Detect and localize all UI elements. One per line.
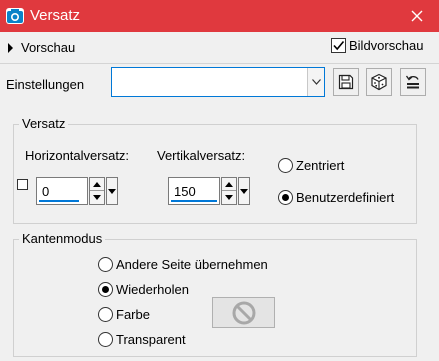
reset-icon — [405, 75, 419, 89]
increment-button[interactable] — [222, 178, 236, 191]
floppy-disk-icon — [338, 74, 354, 90]
preview-toggle-label: Vorschau — [21, 40, 76, 55]
radio-custom-label: Benutzerdefiniert — [296, 190, 395, 205]
preset-dropdown[interactable] — [111, 67, 325, 97]
preset-dropdown-arrow[interactable] — [307, 68, 324, 96]
offset-group-title: Versatz — [19, 116, 69, 131]
arrow-down-icon — [93, 195, 101, 200]
radio-wrap-label: Andere Seite übernehmen — [116, 257, 268, 272]
reset-button[interactable] — [400, 68, 426, 96]
radio-button[interactable] — [98, 282, 113, 297]
arrow-up-icon — [93, 181, 101, 187]
arrow-up-icon — [225, 181, 233, 187]
radio-centered-label: Zentriert — [296, 158, 345, 173]
arrow-down-icon — [225, 195, 233, 200]
edge-color-swatch — [212, 297, 275, 328]
input-underline — [39, 200, 79, 202]
radio-button[interactable] — [98, 257, 113, 272]
vertical-offset-spinner[interactable] — [221, 177, 237, 205]
no-sign-icon — [232, 301, 255, 324]
decrement-button[interactable] — [222, 191, 236, 204]
close-button[interactable] — [395, 0, 439, 32]
offset-group — [13, 124, 417, 224]
checkmark-icon — [333, 40, 345, 51]
image-preview-label: Bildvorschau — [349, 38, 424, 53]
radio-centered[interactable]: Zentriert — [278, 158, 344, 173]
link-offsets-checkbox[interactable] — [17, 179, 28, 190]
radio-repeat[interactable]: Wiederholen — [98, 282, 189, 297]
radio-button[interactable] — [98, 307, 113, 322]
arrow-down-icon — [240, 188, 248, 194]
radio-transparent[interactable]: Transparent — [98, 332, 186, 347]
radio-button[interactable] — [278, 158, 293, 173]
save-preset-button[interactable] — [333, 68, 359, 96]
horizontal-offset-dropdown[interactable] — [106, 177, 118, 205]
vertical-offset-value: 150 — [174, 184, 196, 199]
close-icon — [411, 10, 423, 22]
radio-custom[interactable]: Benutzerdefiniert — [278, 190, 394, 205]
vertical-offset-input[interactable]: 150 — [168, 177, 220, 205]
decrement-button[interactable] — [90, 191, 104, 204]
radio-color-label: Farbe — [116, 307, 150, 322]
random-button[interactable] — [366, 68, 392, 96]
radio-button[interactable] — [98, 332, 113, 347]
radio-wrap[interactable]: Andere Seite übernehmen — [98, 257, 268, 272]
chevron-down-icon — [311, 79, 321, 85]
horizontal-offset-input[interactable]: 0 — [36, 177, 88, 205]
horizontal-offset-spinner[interactable] — [89, 177, 105, 205]
checkbox-box[interactable] — [331, 38, 346, 53]
edge-mode-group-title: Kantenmodus — [19, 231, 106, 246]
radio-repeat-label: Wiederholen — [116, 282, 189, 297]
increment-button[interactable] — [90, 178, 104, 191]
preview-toggle[interactable]: Vorschau — [8, 40, 75, 55]
expand-triangle-icon — [8, 42, 13, 53]
window-title: Versatz — [30, 7, 81, 24]
title-bar: Versatz — [0, 0, 439, 32]
image-preview-checkbox[interactable]: Bildvorschau — [331, 38, 423, 53]
vertical-offset-dropdown[interactable] — [238, 177, 250, 205]
input-underline — [171, 200, 217, 202]
radio-color[interactable]: Farbe — [98, 307, 150, 322]
arrow-down-icon — [108, 188, 116, 194]
horizontal-offset-label: Horizontalversatz: — [25, 148, 130, 163]
vertical-offset-label: Vertikalversatz: — [157, 148, 246, 163]
settings-label: Einstellungen — [6, 77, 85, 92]
divider — [0, 63, 439, 64]
radio-transparent-label: Transparent — [116, 332, 186, 347]
horizontal-offset-value: 0 — [42, 184, 50, 199]
dice-icon — [371, 73, 387, 91]
radio-button[interactable] — [278, 190, 293, 205]
camera-icon — [6, 8, 24, 24]
